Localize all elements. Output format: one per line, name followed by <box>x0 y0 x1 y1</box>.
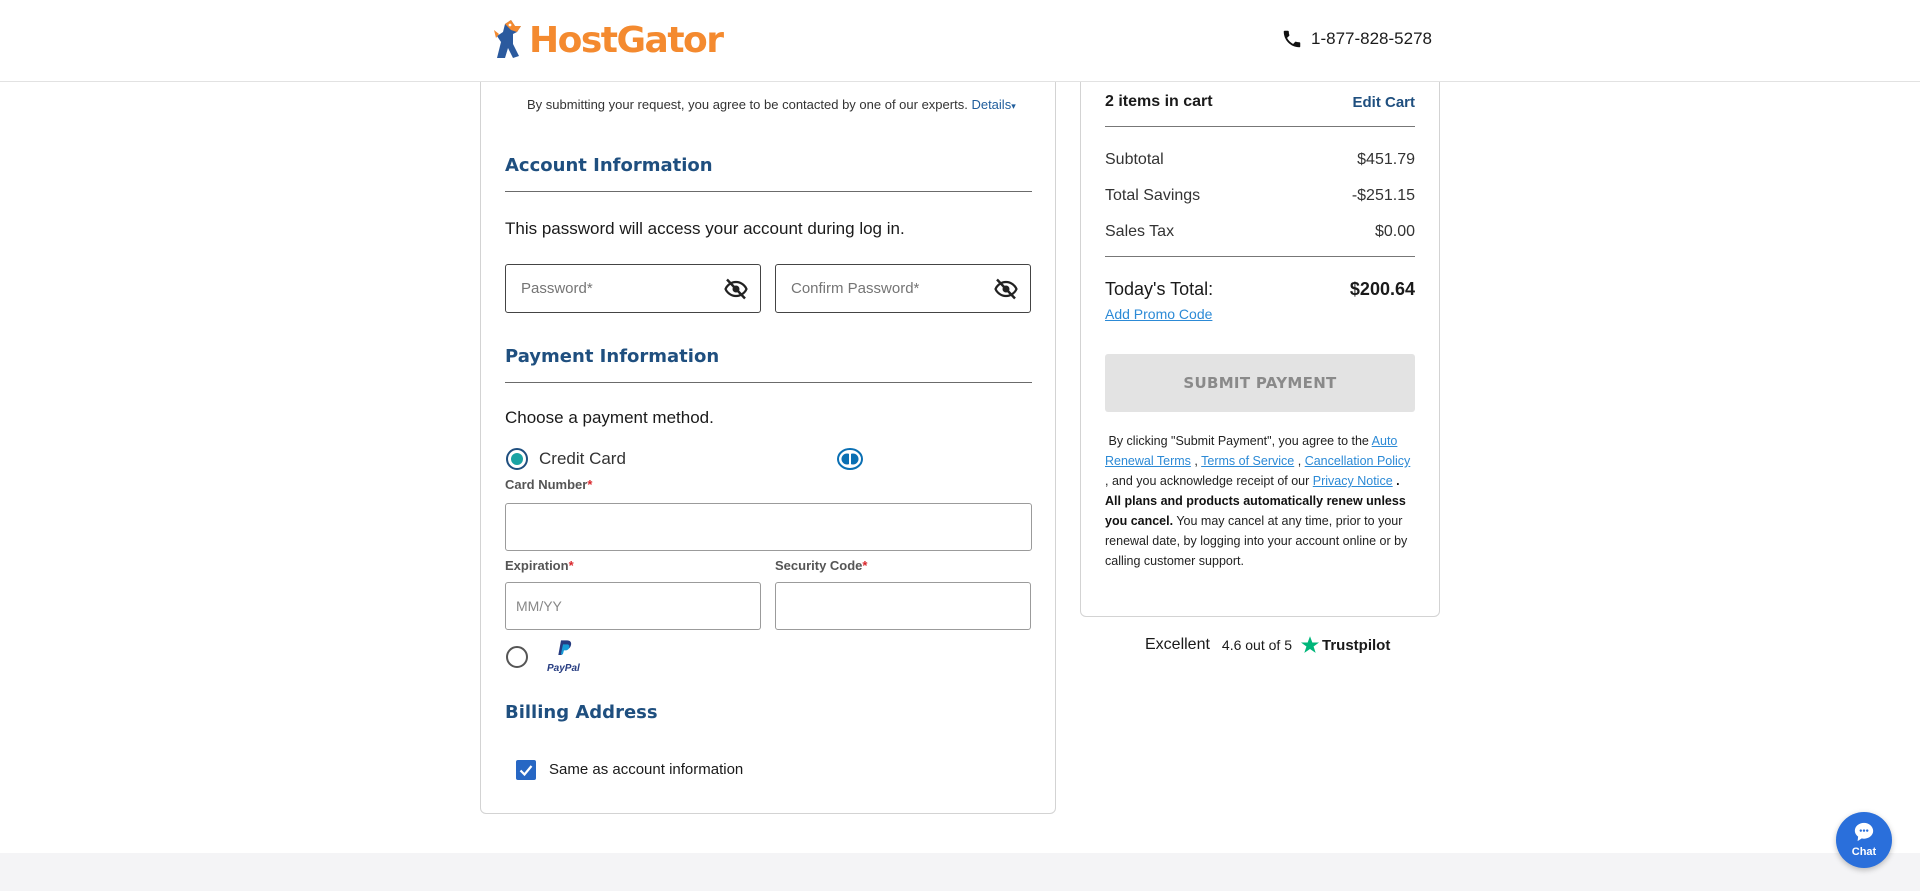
phone-contact[interactable]: 1-877-828-5278 <box>1281 28 1432 50</box>
section-divider <box>505 191 1032 192</box>
todays-total-value: $200.64 <box>1349 279 1415 299</box>
hostgator-logo[interactable]: HostGator <box>491 18 724 62</box>
billing-address-heading: Billing Address <box>505 702 658 723</box>
caret-down-icon: ▾ <box>1011 101 1016 111</box>
legal-separator: , <box>1297 454 1302 468</box>
chat-label: Chat <box>1851 846 1877 858</box>
trustpilot-rating: 4.6 out of 5 <box>1221 637 1292 653</box>
consent-text: By submitting your request, you agree to… <box>527 97 968 112</box>
cancellation-policy-link[interactable]: Cancellation Policy <box>1305 454 1411 468</box>
security-code-label: Security Code* <box>775 558 868 573</box>
card-number-input[interactable] <box>505 503 1032 551</box>
cart-item-count: 2 items in cart <box>1105 93 1213 110</box>
checkout-form-panel: By submitting your request, you agree to… <box>480 60 1056 814</box>
privacy-notice-link[interactable]: Privacy Notice <box>1313 474 1393 488</box>
gator-mascot-icon <box>494 20 521 58</box>
sales-tax-value: $0.00 <box>1374 223 1415 240</box>
cart-divider <box>1105 256 1415 257</box>
paypal-radio[interactable] <box>506 646 528 668</box>
eye-off-icon[interactable] <box>724 278 748 300</box>
expiration-input[interactable]: MM/YY <box>505 582 761 630</box>
expiration-label: Expiration* <box>505 558 574 573</box>
card-number-label: Card Number* <box>505 477 593 492</box>
cart-summary-panel: 2 items in cart Edit Cart Subtotal $451.… <box>1080 60 1440 617</box>
subtotal-label: Subtotal <box>1105 151 1164 168</box>
credit-card-radio[interactable] <box>506 448 528 470</box>
footer-band <box>0 853 1920 891</box>
account-information-heading: Account Information <box>505 155 713 176</box>
payment-information-heading: Payment Information <box>505 346 720 367</box>
section-divider <box>505 382 1032 383</box>
add-promo-code-link[interactable]: Add Promo Code <box>1105 306 1212 322</box>
same-as-account-label: Same as account information <box>549 761 744 778</box>
total-savings-value: -$251.15 <box>1351 187 1415 204</box>
phone-icon <box>1283 30 1301 48</box>
security-code-input[interactable] <box>775 582 1031 630</box>
same-as-account-checkbox[interactable] <box>516 760 536 780</box>
trustpilot-brand: Trustpilot <box>1321 636 1391 654</box>
eye-off-icon[interactable] <box>994 278 1018 300</box>
legal-notice: By clicking "Submit Payment", you agree … <box>1105 431 1417 571</box>
confirm-password-input[interactable]: Confirm Password* <box>775 264 1031 313</box>
subtotal-value: $451.79 <box>1357 151 1415 168</box>
checkmark-icon <box>519 765 533 777</box>
phone-number: 1-877-828-5278 <box>1311 29 1432 48</box>
trustpilot-excellent: Excellent <box>1145 636 1210 653</box>
logo-text: HostGator <box>529 19 724 61</box>
credit-card-label: Credit Card <box>539 449 626 468</box>
paypal-text: PayPal <box>547 663 580 674</box>
password-description: This password will access your account d… <box>505 219 905 238</box>
paypal-icon <box>558 640 572 655</box>
chat-button[interactable]: Chat <box>1836 812 1892 868</box>
todays-total-label: Today's Total: <box>1105 279 1214 299</box>
payment-method-description: Choose a payment method. <box>505 408 714 427</box>
legal-text: , and you acknowledge receipt of our <box>1105 474 1310 488</box>
trustpilot-star-icon <box>1300 636 1319 653</box>
legal-text: By clicking "Submit Payment", you agree … <box>1108 434 1369 448</box>
expiration-placeholder: MM/YY <box>516 598 562 614</box>
sales-tax-label: Sales Tax <box>1105 223 1175 240</box>
confirm-password-placeholder: Confirm Password* <box>791 280 920 297</box>
legal-separator: , <box>1194 454 1198 468</box>
password-placeholder: Password* <box>521 280 593 297</box>
diners-club-icon <box>837 448 863 470</box>
total-savings-label: Total Savings <box>1105 187 1201 204</box>
trustpilot-widget[interactable]: Excellent 4.6 out of 5 Trustpilot <box>1145 635 1390 655</box>
submit-payment-button[interactable]: SUBMIT PAYMENT <box>1105 354 1415 412</box>
contact-consent: By submitting your request, you agree to… <box>527 97 1016 112</box>
paypal-logo: PayPal <box>547 639 583 675</box>
site-header: HostGator 1-877-828-5278 <box>0 0 1920 82</box>
terms-of-service-link[interactable]: Terms of Service <box>1201 454 1294 468</box>
consent-details-link[interactable]: Details <box>971 97 1011 112</box>
chat-bubble-icon <box>1854 822 1874 842</box>
edit-cart-link[interactable]: Edit Cart <box>1352 94 1415 111</box>
cart-divider <box>1105 126 1415 127</box>
password-input[interactable]: Password* <box>505 264 761 313</box>
